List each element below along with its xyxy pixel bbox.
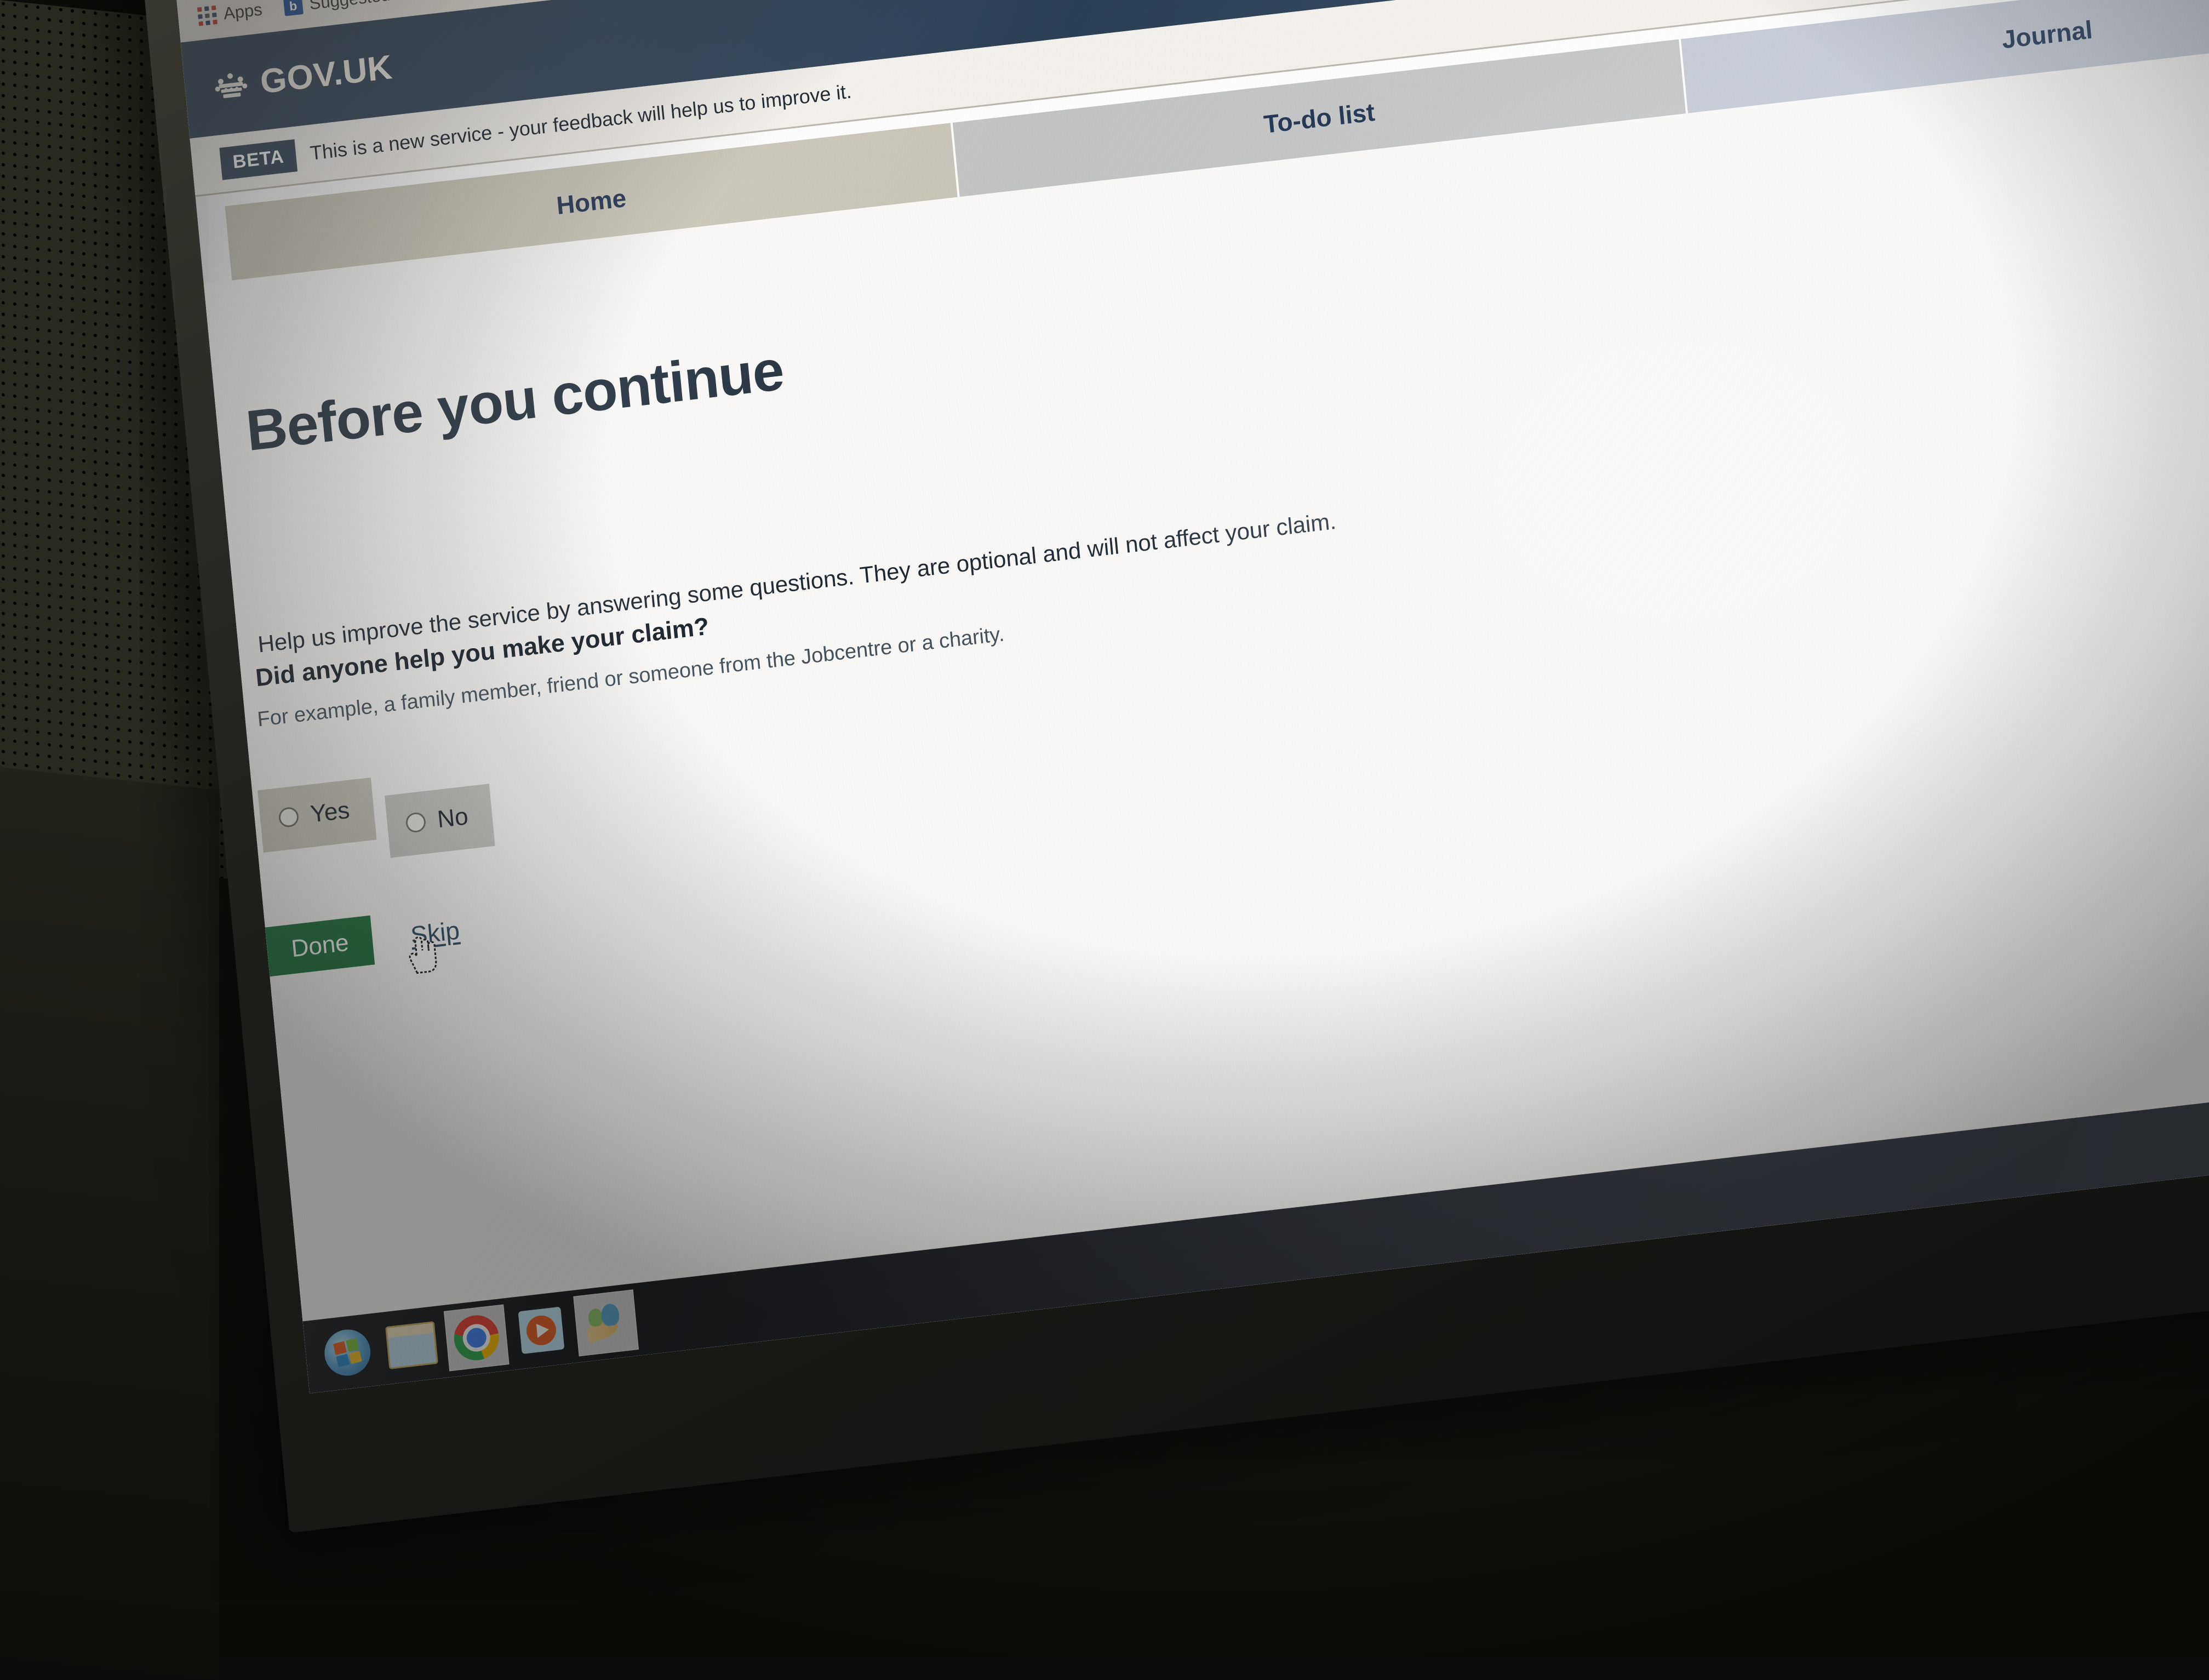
hand-cursor-icon (409, 936, 437, 974)
bookmark-label: Suggested Sites (308, 0, 433, 14)
page-title: Before you continue (243, 338, 787, 464)
chrome-icon (452, 1312, 501, 1363)
messenger-people-icon (582, 1299, 631, 1347)
radio-group: Yes No (257, 764, 495, 872)
taskbar-item-media-player[interactable] (509, 1298, 574, 1363)
beta-tag: BETA (219, 139, 298, 180)
nav-tab-label: Journal (2000, 15, 2094, 54)
bookmark-suggested-sites[interactable]: b Suggested Sites (283, 0, 433, 17)
skip-link[interactable]: Skip (409, 915, 461, 974)
bookmark-label: Apps (222, 0, 264, 24)
govuk-wordmark: GOV.UK (259, 48, 394, 101)
crown-icon (212, 69, 250, 101)
taskbar-item-google-chrome[interactable] (443, 1304, 510, 1372)
radio-button-icon[interactable] (405, 812, 427, 833)
radio-label: Yes (309, 796, 351, 828)
radio-button-icon[interactable] (278, 806, 300, 828)
file-explorer-icon (385, 1321, 438, 1370)
apps-grid-icon (197, 5, 218, 26)
bookmark-apps[interactable]: Apps (197, 0, 263, 27)
done-button[interactable]: Done (265, 915, 375, 977)
form-actions: Done Skip (265, 905, 462, 977)
media-player-icon (518, 1306, 565, 1355)
radio-option-yes[interactable]: Yes (257, 777, 377, 853)
monitor-screen: N MSN UK: Latest news, we ✕ ♚ Before you… (164, 0, 2209, 1393)
nav-tab-label: Home (555, 183, 628, 220)
desk-surface (0, 767, 219, 1680)
taskbar-item-messenger[interactable] (573, 1289, 639, 1357)
taskbar-item-file-explorer[interactable] (380, 1312, 444, 1378)
suggested-sites-icon: b (283, 0, 304, 16)
radio-option-no[interactable]: No (384, 784, 495, 858)
radio-label: No (436, 803, 470, 833)
windows-start-icon (322, 1327, 373, 1379)
govuk-logo[interactable]: GOV.UK (184, 48, 394, 110)
taskbar-item-start-orb[interactable] (315, 1320, 380, 1386)
nav-tab-label: To-do list (1262, 97, 1376, 139)
lead-paragraph: Help us improve the service by answering… (256, 507, 1337, 658)
